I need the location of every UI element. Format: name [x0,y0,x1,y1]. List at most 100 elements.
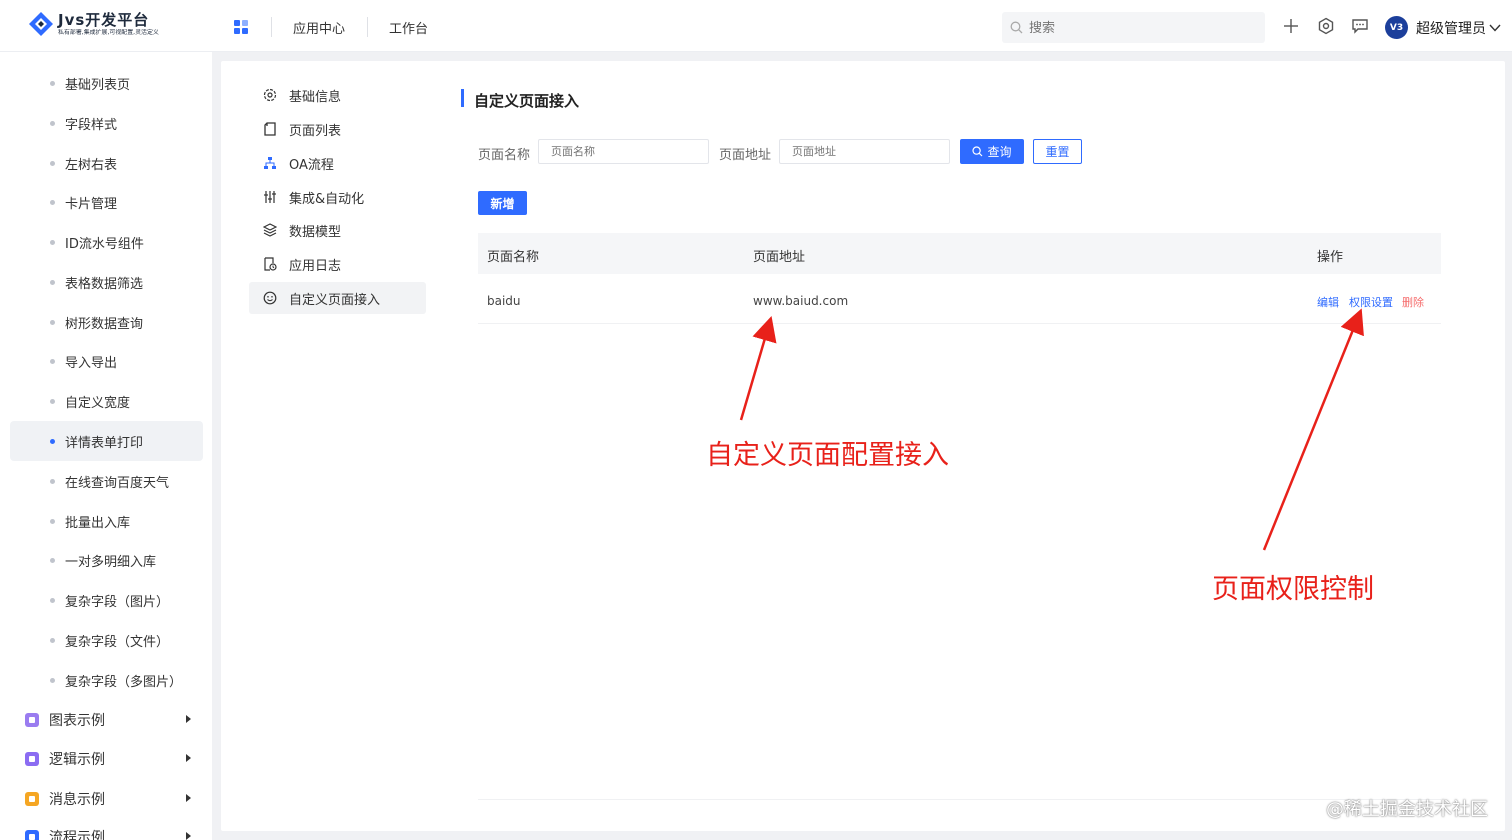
sidebar-group-charts[interactable]: 图表示例 [10,700,203,740]
sliders-icon [264,191,276,203]
bullet-icon [50,239,55,245]
add-button[interactable]: 新增 [478,191,527,215]
page-title: 自定义页面接入 [474,92,580,110]
flow-group-icon [25,830,39,840]
settings-gear-icon[interactable] [1317,17,1335,35]
sidebar-group-label: 逻辑示例 [49,752,105,768]
sidebar-item-label: 表格数据筛选 [65,276,144,292]
sidebar-group-logic[interactable]: 逻辑示例 [10,739,203,779]
layers-icon [263,223,277,237]
avatar[interactable]: V3 [1385,16,1408,39]
bullet-icon [50,319,55,325]
permission-settings-link[interactable]: 权限设置 [1349,294,1393,310]
bullet-icon [50,398,55,404]
sidebar-item[interactable]: 树形数据查询 [10,302,203,342]
sidebar-item-label: 树形数据查询 [65,316,144,332]
submenu-integration[interactable]: 集成&自动化 [249,181,426,213]
submenu-label: 应用日志 [289,258,342,274]
username[interactable]: 超级管理员 [1416,18,1486,38]
page-url-input[interactable] [779,139,950,164]
submenu-page-list[interactable]: 页面列表 [249,113,426,145]
page-icon [264,122,276,136]
sidebar-item[interactable]: 表格数据筛选 [10,262,203,302]
logo-subtitle: 私有部署,集成扩展,可视配置,灵活定义 [58,28,159,35]
gear-icon [263,88,277,102]
sidebar-item-label: 自定义宽度 [65,395,131,411]
sidebar-item-label: 导入导出 [65,355,118,371]
logo-title: Jvs开发平台 [58,10,150,29]
global-search[interactable] [1002,12,1265,43]
top-header: Jvs开发平台 私有部署,集成扩展,可视配置,灵活定义 应用中心 工作台 V3 … [0,0,1512,52]
nav-app-center[interactable]: 应用中心 [293,18,345,37]
logo-icon [28,11,54,37]
message-icon[interactable] [1351,17,1369,35]
sidebar-item-active[interactable]: 详情表单打印 [10,421,203,461]
submenu-app-log[interactable]: 应用日志 [249,248,426,280]
plus-icon[interactable] [1282,17,1300,35]
sidebar-item[interactable]: 复杂字段（多图片） [10,660,203,700]
bullet-icon [50,518,55,524]
submenu-label: 页面列表 [289,123,342,139]
submenu-oa-flow[interactable]: OA流程 [249,147,426,179]
chart-icon [25,713,39,727]
cell-page-url: www.baiud.com [753,294,849,308]
submenu-custom-page[interactable]: 自定义页面接入 [249,282,426,314]
table-row: baidu www.baiud.com 编辑 权限设置 删除 [478,280,1441,324]
submenu-label: OA流程 [289,157,334,173]
log-icon [264,257,277,271]
sidebar-group-flow[interactable]: 流程示例 [10,817,203,840]
sidebar-item-label: 字段样式 [65,117,118,133]
apps-grid-icon[interactable] [234,20,249,35]
sidebar-item-label: 复杂字段（图片） [65,594,170,610]
caret-right-icon [186,794,191,802]
edit-link[interactable]: 编辑 [1317,294,1339,310]
sidebar-item-label: 基础列表页 [65,77,131,93]
bullet-icon [50,80,55,86]
column-header-actions: 操作 [1317,250,1344,265]
submenu-label: 集成&自动化 [289,191,365,207]
sidebar-item[interactable]: 在线查询百度天气 [10,461,203,501]
caret-right-icon [186,832,191,840]
sidebar-item[interactable]: 卡片管理 [10,182,203,222]
chevron-down-icon[interactable] [1488,20,1502,34]
reset-button[interactable]: 重置 [1033,139,1082,164]
sidebar-item[interactable]: 复杂字段（文件） [10,620,203,660]
sidebar-item-label: 复杂字段（多图片） [65,674,183,690]
sidebar-item[interactable]: 左树右表 [10,143,203,183]
header-divider [367,17,368,37]
bullet-icon [50,478,55,484]
logo[interactable]: Jvs开发平台 私有部署,集成扩展,可视配置,灵活定义 [28,11,177,37]
sidebar-item[interactable]: ID流水号组件 [10,222,203,262]
footer-watermark: @稀土掘金技术社区 [1326,799,1488,820]
submenu-basic-info[interactable]: 基础信息 [249,79,426,111]
search-input[interactable] [1029,20,1249,35]
table-bottom-border [478,799,1441,800]
delete-link[interactable]: 删除 [1402,294,1424,310]
sidebar-item[interactable]: 导入导出 [10,341,203,381]
bullet-icon [50,637,55,643]
search-icon [1010,21,1023,34]
bullet-icon [50,438,55,444]
flow-icon [264,157,276,169]
nav-workbench[interactable]: 工作台 [389,18,428,37]
annotation-permission: 页面权限控制 [1212,574,1374,605]
sidebar-item[interactable]: 复杂字段（图片） [10,580,203,620]
page-name-input[interactable] [538,139,709,164]
sidebar: 基础列表页 字段样式 左树右表 卡片管理 ID流水号组件 表格数据筛选 树形数据… [0,52,212,840]
column-header-name: 页面名称 [487,250,540,265]
sidebar-item[interactable]: 自定义宽度 [10,381,203,421]
sidebar-item-label: 左树右表 [65,157,118,173]
sidebar-item[interactable]: 字段样式 [10,103,203,143]
filter-name-label: 页面名称 [478,148,531,163]
filter-url-label: 页面地址 [719,148,772,163]
query-button[interactable]: 查询 [960,139,1024,164]
sidebar-item[interactable]: 基础列表页 [10,63,203,103]
sidebar-item[interactable]: 一对多明细入库 [10,540,203,580]
sidebar-group-messages[interactable]: 消息示例 [10,779,203,819]
sidebar-item-label: 一对多明细入库 [65,554,157,570]
table-header: 页面名称 页面地址 操作 [478,233,1441,274]
sidebar-item-label: 复杂字段（文件） [65,634,170,650]
sidebar-item[interactable]: 批量出入库 [10,501,203,541]
submenu-data-model[interactable]: 数据模型 [249,214,426,246]
bullet-icon [50,199,55,205]
